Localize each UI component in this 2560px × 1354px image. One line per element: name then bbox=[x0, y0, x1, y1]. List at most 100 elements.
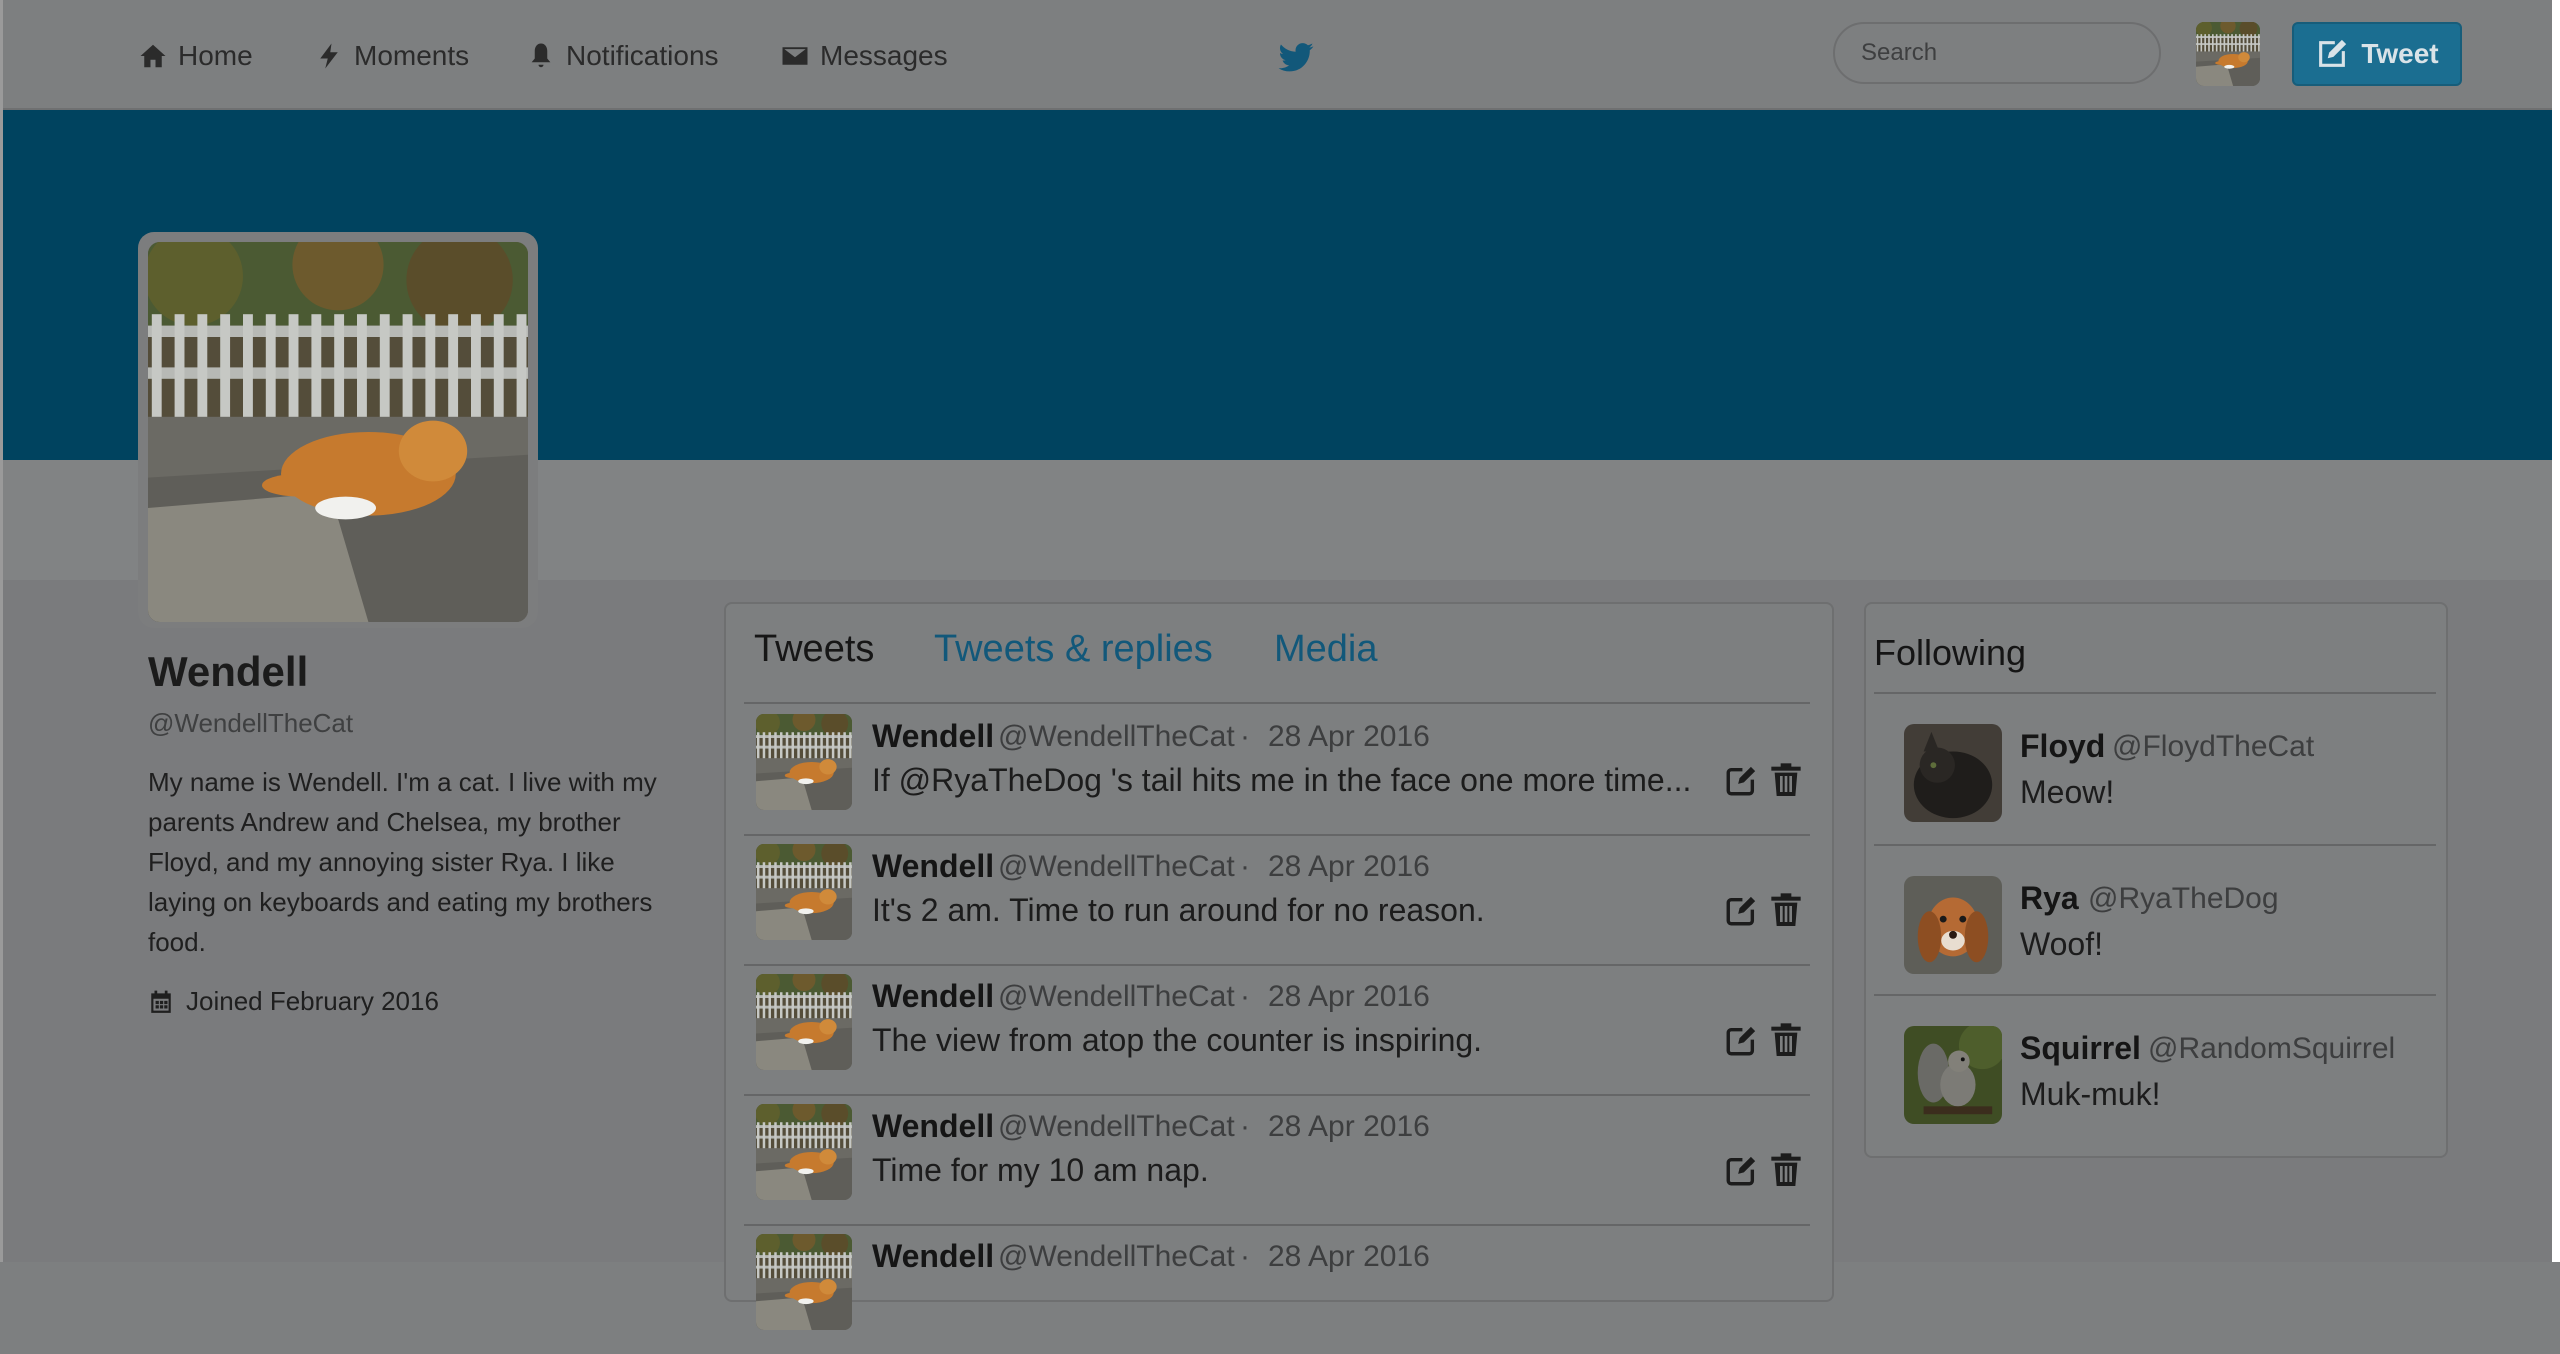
following-item[interactable]: Squirrel @RandomSquirrel Muk-muk! bbox=[1874, 996, 2436, 1146]
trash-icon[interactable] bbox=[1770, 1022, 1802, 1058]
tweet-date: 28 Apr 2016 bbox=[1268, 1240, 1430, 1273]
user-avatar[interactable] bbox=[2196, 22, 2260, 86]
tweet-item[interactable]: Wendell @WendellTheCat · 28 Apr 2016 The… bbox=[744, 964, 1810, 1096]
tweet-author[interactable]: Wendell bbox=[872, 978, 994, 1015]
profile-joined-date: Joined February 2016 bbox=[148, 986, 439, 1017]
tweet-avatar-image bbox=[756, 974, 852, 1070]
nav-messages-label: Messages bbox=[820, 40, 948, 71]
tweet-avatar-image bbox=[756, 714, 852, 810]
follow-name[interactable]: Squirrel bbox=[2020, 1030, 2141, 1067]
trash-icon[interactable] bbox=[1770, 1152, 1802, 1188]
tweet-author[interactable]: Wendell bbox=[872, 848, 994, 885]
tweet-text: Time for my 10 am nap. bbox=[872, 1152, 1209, 1188]
tweet-handle[interactable]: @WendellTheCat bbox=[998, 980, 1235, 1014]
nav-notifications-label: Notifications bbox=[566, 40, 719, 71]
tweet-separator: · bbox=[1240, 850, 1250, 883]
following-item[interactable]: Rya @RyaTheDog Woof! bbox=[1874, 846, 2436, 996]
nav-notifications[interactable]: Notifications bbox=[526, 34, 719, 78]
bell-icon bbox=[531, 43, 551, 68]
tweet-avatar-image bbox=[756, 844, 852, 940]
search-input[interactable] bbox=[1833, 22, 2161, 84]
following-title: Following bbox=[1874, 632, 2027, 673]
tweet-item[interactable]: Wendell @WendellTheCat · 28 Apr 2016 bbox=[744, 1224, 1810, 1354]
tweet-date: 28 Apr 2016 bbox=[1268, 1110, 1430, 1143]
tweet-separator: · bbox=[1240, 720, 1250, 753]
tweet-handle[interactable]: @WendellTheCat bbox=[998, 850, 1235, 884]
profile-photo[interactable] bbox=[148, 242, 528, 622]
edit-icon[interactable] bbox=[1724, 1024, 1758, 1058]
avatar-image bbox=[2196, 22, 2260, 86]
follow-avatar[interactable] bbox=[1904, 876, 2002, 974]
tweet-avatar-image bbox=[756, 1234, 852, 1330]
follow-avatar[interactable] bbox=[1904, 1026, 2002, 1124]
follow-handle[interactable]: @FloydTheCat bbox=[2112, 730, 2314, 764]
tab-media[interactable]: Media bbox=[1274, 628, 1378, 671]
tweet-text: If @RyaTheDog 's tail hits me in the fac… bbox=[872, 762, 1692, 798]
following-item[interactable]: Floyd @FloydTheCat Meow! bbox=[1874, 694, 2436, 844]
page: Home Moments Notifications Messages Twee bbox=[0, 0, 2560, 1330]
home-icon bbox=[140, 44, 166, 68]
tweet-author[interactable]: Wendell bbox=[872, 1238, 994, 1275]
nav-home[interactable]: Home bbox=[138, 34, 253, 78]
follow-avatar-image bbox=[1904, 1026, 2002, 1124]
tweet-item[interactable]: Wendell @WendellTheCat · 28 Apr 2016 It'… bbox=[744, 834, 1810, 966]
tweet-avatar[interactable] bbox=[756, 974, 852, 1070]
tab-tweets[interactable]: Tweets bbox=[754, 628, 874, 671]
follow-status: Woof! bbox=[2020, 926, 2103, 962]
nav-home-label: Home bbox=[178, 40, 253, 71]
twitter-bird-icon[interactable] bbox=[1277, 38, 1315, 76]
tab-tweets-and-replies[interactable]: Tweets & replies bbox=[934, 628, 1213, 671]
tweet-date: 28 Apr 2016 bbox=[1268, 850, 1430, 883]
follow-handle[interactable]: @RandomSquirrel bbox=[2148, 1032, 2395, 1066]
follow-avatar-image bbox=[1904, 876, 2002, 974]
follow-avatar-image bbox=[1904, 724, 2002, 822]
tweet-avatar[interactable] bbox=[756, 714, 852, 810]
tweet-handle[interactable]: @WendellTheCat bbox=[998, 1110, 1235, 1144]
tweet-date: 28 Apr 2016 bbox=[1268, 980, 1430, 1013]
profile-name: Wendell bbox=[148, 648, 309, 695]
top-navigation-bar: Home Moments Notifications Messages Twee bbox=[0, 0, 2552, 110]
nav-moments-label: Moments bbox=[354, 40, 470, 71]
follow-handle[interactable]: @RyaTheDog bbox=[2088, 882, 2279, 916]
compose-tweet-button[interactable]: Tweet bbox=[2292, 22, 2462, 86]
tweet-author[interactable]: Wendell bbox=[872, 1108, 994, 1145]
profile-joined-label: Joined February 2016 bbox=[186, 986, 439, 1016]
nav-messages[interactable]: Messages bbox=[780, 34, 948, 78]
tweet-text: It's 2 am. Time to run around for no rea… bbox=[872, 892, 1485, 928]
nav-moments[interactable]: Moments bbox=[314, 34, 469, 78]
profile-handle[interactable]: @WendellTheCat bbox=[148, 708, 353, 739]
edit-icon[interactable] bbox=[1724, 894, 1758, 928]
follow-status: Meow! bbox=[2020, 774, 2115, 810]
profile-photo-image bbox=[148, 242, 528, 622]
tweet-handle[interactable]: @WendellTheCat bbox=[998, 720, 1235, 754]
follow-status: Muk-muk! bbox=[2020, 1076, 2161, 1112]
tweet-avatar[interactable] bbox=[756, 1104, 852, 1200]
tweet-handle[interactable]: @WendellTheCat bbox=[998, 1240, 1235, 1274]
tweet-item[interactable]: Wendell @WendellTheCat · 28 Apr 2016 If … bbox=[744, 704, 1810, 836]
tweet-separator: · bbox=[1240, 980, 1250, 1013]
bolt-icon bbox=[320, 43, 338, 69]
tweet-separator: · bbox=[1240, 1240, 1250, 1273]
edit-icon[interactable] bbox=[1724, 1154, 1758, 1188]
edit-icon[interactable] bbox=[1724, 764, 1758, 798]
tweet-button-label: Tweet bbox=[2361, 38, 2439, 69]
window-edge bbox=[0, 0, 3, 1262]
tweet-avatar-image bbox=[756, 1104, 852, 1200]
trash-icon[interactable] bbox=[1770, 762, 1802, 798]
tweet-item[interactable]: Wendell @WendellTheCat · 28 Apr 2016 Tim… bbox=[744, 1094, 1810, 1226]
window-edge bbox=[2552, 0, 2560, 1262]
envelope-icon bbox=[782, 47, 808, 65]
tweet-date: 28 Apr 2016 bbox=[1268, 720, 1430, 753]
tweet-avatar[interactable] bbox=[756, 844, 852, 940]
tweet-author[interactable]: Wendell bbox=[872, 718, 994, 755]
follow-avatar[interactable] bbox=[1904, 724, 2002, 822]
calendar-icon bbox=[151, 990, 171, 1013]
tweet-avatar[interactable] bbox=[756, 1234, 852, 1330]
tweet-separator: · bbox=[1240, 1110, 1250, 1143]
tweet-text: The view from atop the counter is inspir… bbox=[872, 1022, 1483, 1058]
profile-bio: My name is Wendell. I'm a cat. I live wi… bbox=[148, 767, 657, 957]
compose-icon bbox=[2319, 39, 2347, 67]
follow-name[interactable]: Floyd bbox=[2020, 728, 2105, 765]
trash-icon[interactable] bbox=[1770, 892, 1802, 928]
follow-name[interactable]: Rya bbox=[2020, 880, 2079, 917]
